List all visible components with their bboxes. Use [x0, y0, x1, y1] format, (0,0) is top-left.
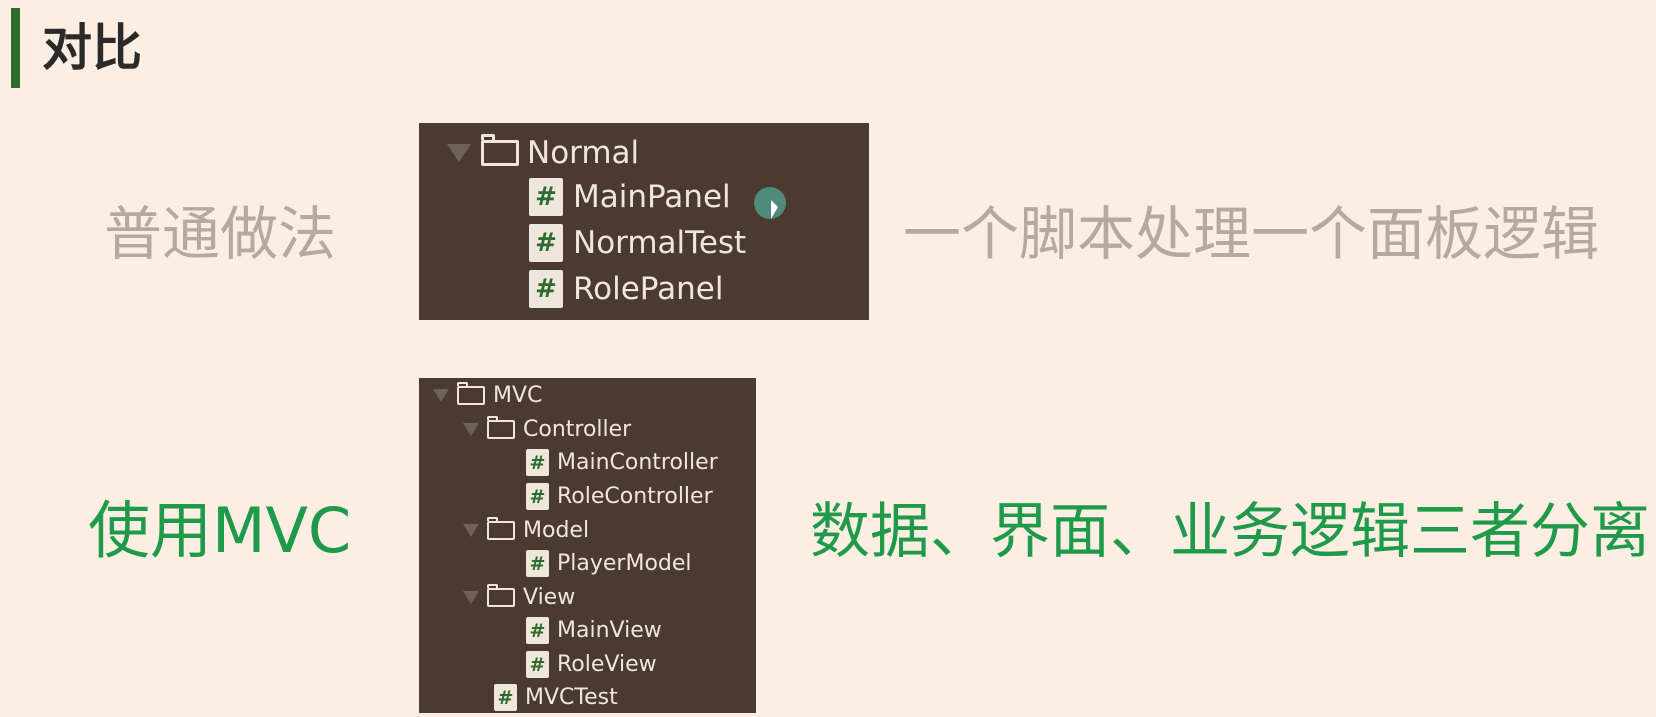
script-file-icon: #: [529, 224, 563, 262]
folder-label: Model: [523, 518, 590, 543]
tree-file-rolecontroller[interactable]: # RoleController: [526, 483, 713, 510]
expand-arrow-icon[interactable]: [463, 591, 479, 604]
script-file-icon: #: [494, 684, 517, 711]
file-label: NormalTest: [573, 225, 747, 261]
tree-file-rolepanel[interactable]: # RolePanel: [529, 270, 723, 308]
tree-folder-model[interactable]: Model: [463, 517, 590, 543]
file-label: RoleController: [557, 484, 713, 509]
expand-arrow-icon[interactable]: [463, 524, 479, 537]
script-file-icon: #: [529, 270, 563, 308]
script-file-icon: #: [526, 483, 549, 510]
mouse-cursor-icon: [771, 200, 778, 219]
expand-arrow-icon[interactable]: [463, 423, 479, 436]
expand-arrow-icon[interactable]: [447, 144, 471, 162]
script-file-icon: #: [526, 617, 549, 644]
expand-arrow-icon[interactable]: [433, 389, 449, 402]
tree-file-maincontroller[interactable]: # MainController: [526, 449, 718, 476]
folder-label: View: [523, 585, 576, 610]
mvc-approach-description: 数据、界面、业务逻辑三者分离: [810, 497, 1650, 567]
file-label: RolePanel: [573, 271, 724, 307]
folder-label: MVC: [493, 383, 543, 408]
tree-file-normaltest[interactable]: # NormalTest: [529, 224, 746, 262]
folder-label: Normal: [527, 135, 640, 171]
tree-folder-normal[interactable]: Normal: [447, 134, 640, 171]
tree-file-playermodel[interactable]: # PlayerModel: [526, 550, 692, 577]
script-file-icon: #: [529, 178, 563, 216]
file-label: PlayerModel: [557, 551, 692, 576]
tree-file-mainpanel[interactable]: # MainPanel: [529, 178, 731, 216]
file-label: MainView: [557, 618, 662, 643]
page-title: 对比: [42, 19, 142, 77]
title-accent-bar: [11, 8, 20, 88]
mvc-approach-label: 使用MVC: [88, 494, 352, 567]
file-label: MainPanel: [573, 179, 731, 215]
folder-icon: [457, 382, 485, 405]
tree-folder-view[interactable]: View: [463, 584, 576, 610]
normal-project-tree: Normal # MainPanel # NormalTest # RolePa…: [419, 123, 869, 320]
folder-icon: [487, 416, 515, 439]
folder-icon: [487, 517, 515, 540]
tree-file-roleview[interactable]: # RoleView: [526, 651, 657, 678]
tree-folder-mvc[interactable]: MVC: [433, 382, 543, 408]
script-file-icon: #: [526, 651, 549, 678]
normal-approach-description: 一个脚本处理一个面板逻辑: [903, 200, 1600, 268]
tree-file-mvctest[interactable]: # MVCTest: [494, 684, 618, 711]
cursor-highlight: [754, 187, 786, 219]
tree-folder-controller[interactable]: Controller: [463, 416, 632, 442]
folder-icon: [481, 134, 519, 166]
mvc-project-tree: MVC Controller # MainController # RoleCo…: [419, 378, 756, 713]
tree-file-mainview[interactable]: # MainView: [526, 617, 662, 644]
folder-icon: [487, 584, 515, 607]
file-label: RoleView: [557, 652, 657, 677]
script-file-icon: #: [526, 449, 549, 476]
file-label: MainController: [557, 450, 718, 475]
script-file-icon: #: [526, 550, 549, 577]
folder-label: Controller: [523, 417, 632, 442]
normal-approach-label: 普通做法: [104, 200, 337, 268]
file-label: MVCTest: [525, 685, 618, 710]
